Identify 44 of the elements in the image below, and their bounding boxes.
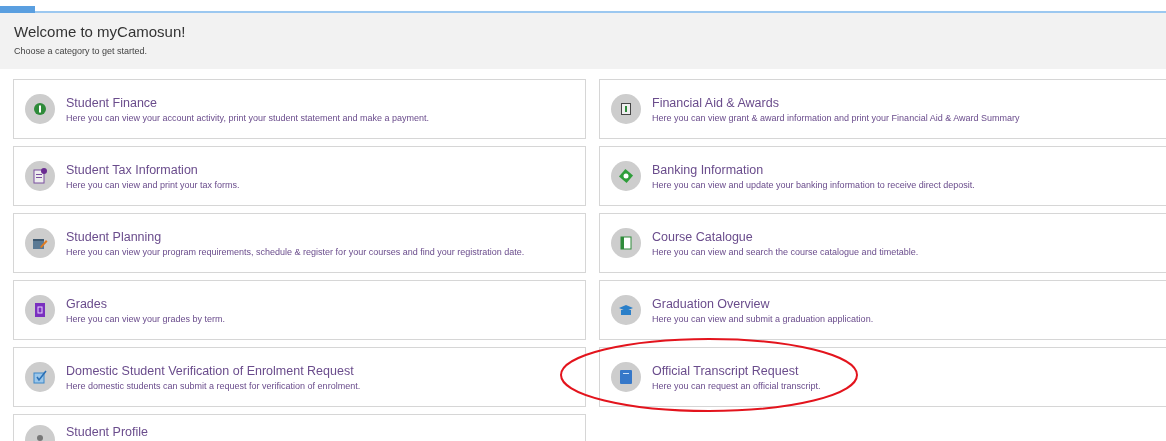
category-card[interactable]: Banking Information Here you can view and update your banking information to receive direct deposit. (599, 146, 1166, 206)
category-title: Banking Information (652, 162, 765, 177)
category-description: Here you can view and update your banking information to receive direct deposit. (652, 179, 975, 190)
category-description: Here you can view and search the course catalogue and timetable. (652, 246, 919, 257)
category-card[interactable]: Grades Here you can view your grades by term. (13, 280, 586, 340)
category-description: Here you can request an official transcript. (652, 380, 821, 391)
category-description: Here you can view your program requirements, schedule & register for your courses and find your registration date. (66, 246, 525, 257)
book-icon (611, 228, 641, 258)
dollar-bill-icon (611, 94, 641, 124)
category-title: Course Catalogue (652, 229, 754, 244)
calendar-icon (25, 228, 55, 258)
category-description: Here you can view grant & award information and print your Financial Aid & Award Summary (652, 112, 1020, 123)
category-title: Student Planning (66, 229, 163, 244)
category-card[interactable]: Student Profile (13, 414, 586, 441)
category-title: Financial Aid & Awards (652, 95, 780, 110)
category-description: Here you can view your grades by term. (66, 313, 226, 324)
category-title: Official Transcript Request (652, 363, 800, 378)
graduation-cap-icon (611, 295, 641, 325)
page-title: Welcome to myCamosun! (14, 23, 187, 40)
dollar-coin-icon (25, 94, 55, 124)
category-card[interactable]: Official Transcript Request Here you can request an official transcript. (599, 347, 1166, 407)
category-card[interactable]: Financial Aid & Awards Here you can view grant & award information and print your Financial Aid & Award Summary (599, 79, 1166, 139)
category-title: Grades (66, 296, 108, 311)
category-card[interactable]: Graduation Overview Here you can view and submit a graduation application. (599, 280, 1166, 340)
category-description: Here you can view and print your tax forms. (66, 179, 240, 190)
category-card[interactable]: Student Planning Here you can view your program requirements, schedule & register for your courses and find your registration date. (13, 213, 586, 273)
category-card[interactable]: Student Finance Here you can view your account activity, print your student statement and make a payment. (13, 79, 586, 139)
category-title: Graduation Overview (652, 296, 771, 311)
checklist-icon (25, 362, 55, 392)
category-title: Domestic Student Verification of Enrolment Request (66, 363, 355, 378)
category-description: Here you can view your account activity, print your student statement and make a payment. (66, 112, 429, 123)
category-description: Here domestic students can submit a request for verification of enrolment. (66, 380, 361, 391)
category-card[interactable]: Domestic Student Verification of Enrolment Request Here domestic students can submit a request for verification of enrolment. (13, 347, 586, 407)
category-title: Student Tax Information (66, 162, 199, 177)
category-description: Here you can view and submit a graduation application. (652, 313, 874, 324)
category-card[interactable]: Student Tax Information Here you can view and print your tax forms. (13, 146, 586, 206)
tab-marker (0, 6, 35, 13)
grade-icon (25, 295, 55, 325)
category-card[interactable]: Course Catalogue Here you can view and search the course catalogue and timetable. (599, 213, 1166, 273)
category-title: Student Finance (66, 95, 159, 110)
document-icon (25, 161, 55, 191)
transcript-icon (611, 362, 641, 392)
category-title: Student Profile (66, 425, 148, 439)
page-subtitle: Choose a category to get started. (14, 46, 149, 56)
